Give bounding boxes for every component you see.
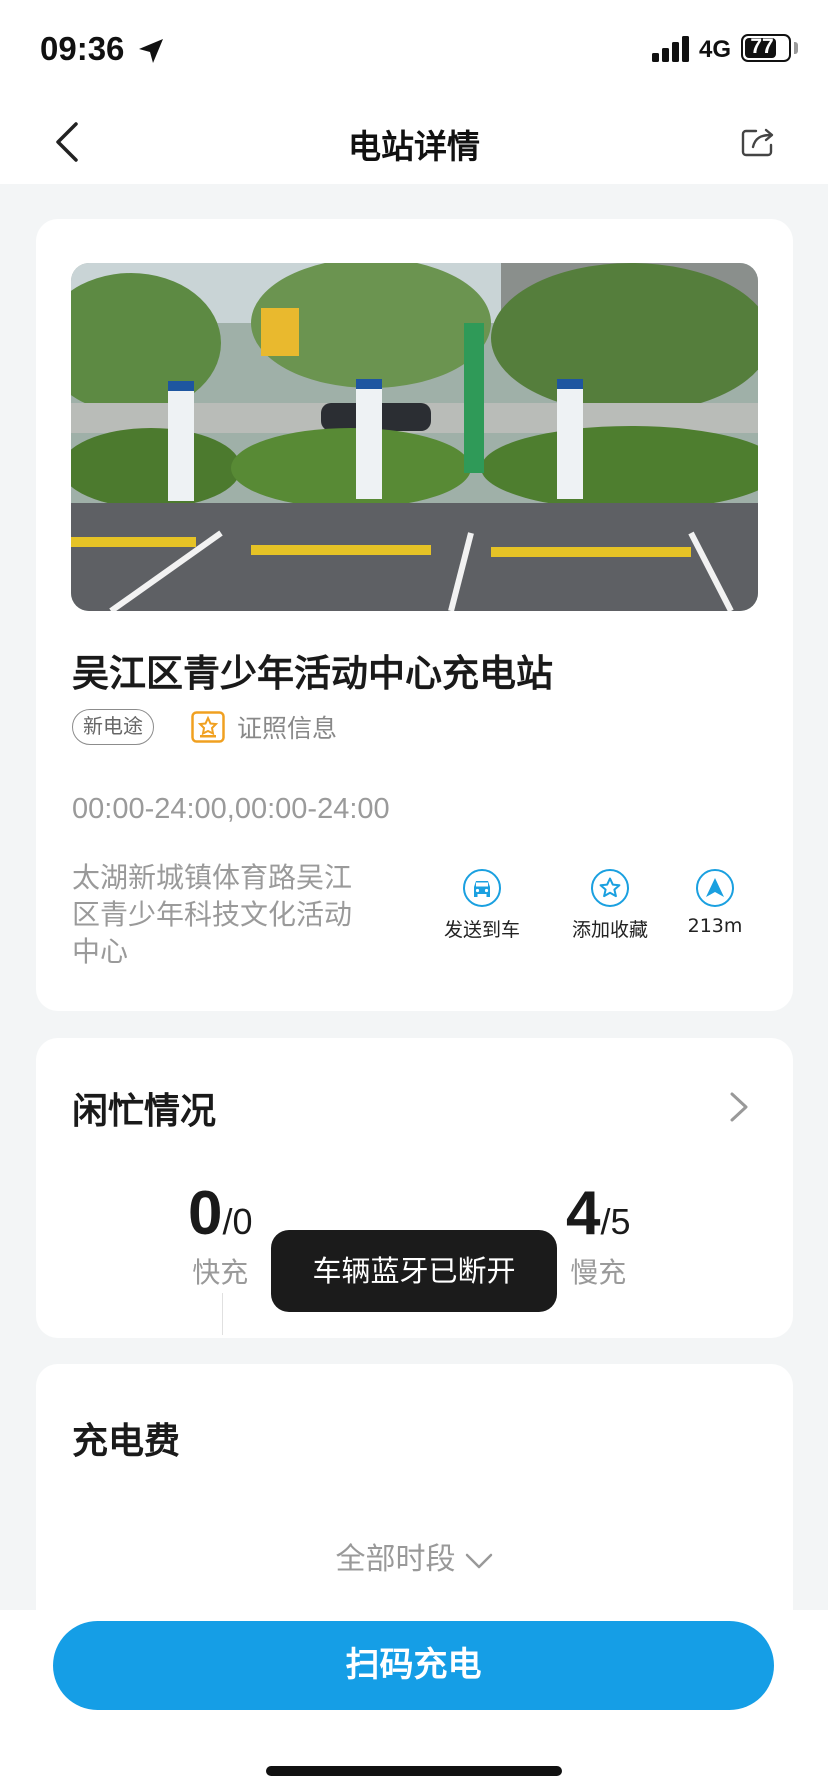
- toast-message: 车辆蓝牙已断开: [271, 1230, 557, 1312]
- fast-total: /0: [222, 1201, 253, 1242]
- availability-title: 闲忙情况: [72, 1091, 217, 1132]
- status-time: 09:36: [40, 30, 125, 67]
- add-favorite-button[interactable]: 添加收藏: [560, 869, 660, 942]
- slow-total: /5: [600, 1201, 631, 1242]
- fast-available: 0: [188, 1179, 223, 1248]
- fees-card: 充电费 全部时段: [36, 1364, 793, 1622]
- slow-charge-stat: 4/5 慢充: [566, 1178, 631, 1291]
- battery-icon: 77: [741, 34, 791, 62]
- car-icon: [474, 881, 490, 897]
- send-to-car-button[interactable]: 发送到车: [432, 869, 532, 942]
- distance-label: 213m: [687, 915, 743, 937]
- send-to-car-label: 发送到车: [443, 919, 520, 941]
- operator-tag: 新电途: [72, 709, 154, 745]
- station-photo[interactable]: [71, 263, 758, 611]
- fees-title: 充电费: [72, 1421, 181, 1462]
- add-favorite-label: 添加收藏: [571, 919, 648, 941]
- license-icon: [191, 711, 225, 743]
- nav-bar: 电站详情: [0, 100, 828, 184]
- period-label: 全部时段: [335, 1542, 456, 1577]
- status-bar: 09:36 4G 77: [0, 0, 828, 100]
- fast-charge-stat: 0/0 快充: [188, 1178, 253, 1291]
- navigate-button[interactable]: 213m: [678, 869, 752, 937]
- slow-label: 慢充: [570, 1256, 627, 1289]
- chevron-right-icon[interactable]: [726, 1088, 752, 1126]
- opening-hours: 00:00-24:00,00:00-24:00: [72, 793, 390, 825]
- star-icon: [599, 877, 621, 898]
- divider: [222, 1293, 223, 1335]
- network-type: 4G: [699, 36, 732, 63]
- home-indicator: [266, 1766, 562, 1776]
- period-selector[interactable]: 全部时段: [36, 1534, 793, 1578]
- battery-tip: [794, 42, 798, 54]
- fast-label: 快充: [192, 1256, 249, 1289]
- station-address: 太湖新城镇体育路吴江区青少年科技文化活动中心: [72, 861, 353, 968]
- station-info-card: 吴江区青少年活动中心充电站 新电途 证照信息 00:00-24:00,00:00…: [36, 219, 793, 1011]
- station-name: 吴江区青少年活动中心充电站: [72, 652, 553, 695]
- scan-to-charge-button[interactable]: 扫码充电: [53, 1621, 774, 1710]
- location-arrow-icon: [139, 39, 163, 63]
- navigation-arrow-icon: [706, 878, 724, 897]
- share-icon[interactable]: [738, 122, 778, 162]
- cellular-signal-icon: [652, 36, 689, 62]
- slow-available: 4: [566, 1179, 601, 1248]
- page-title: 电站详情: [348, 127, 480, 166]
- battery-level: 77: [750, 35, 774, 58]
- chevron-down-icon: [465, 1553, 492, 1568]
- license-label: 证照信息: [237, 714, 338, 743]
- license-info-link[interactable]: 证照信息: [191, 709, 337, 745]
